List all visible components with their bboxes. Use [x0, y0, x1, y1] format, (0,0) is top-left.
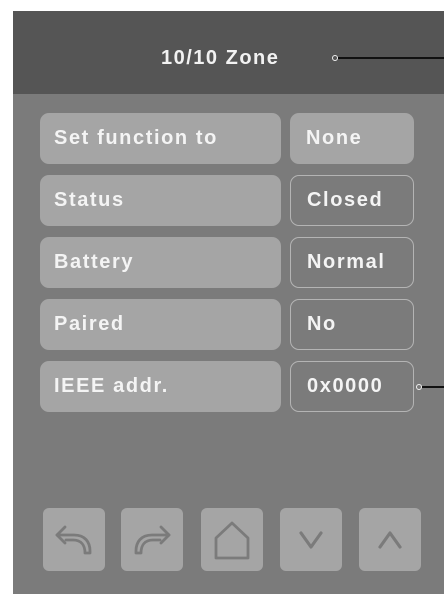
row-value-set-function[interactable]: None: [290, 113, 414, 164]
row-value-status: Closed: [290, 175, 414, 226]
row-label-paired: Paired: [40, 299, 281, 350]
chevron-up-icon: [378, 530, 402, 549]
device-screen: 10/10 Zone Set function to None Status C…: [13, 11, 444, 594]
chevron-down-icon: [299, 530, 323, 549]
header-bar: 10/10 Zone: [13, 11, 444, 94]
redo-icon: [134, 525, 171, 554]
ieee-callout-line: [422, 386, 444, 388]
row-label-set-function: Set function to: [40, 113, 281, 164]
page-title: 10/10 Zone: [161, 47, 280, 69]
home-button[interactable]: [201, 508, 263, 571]
undo-icon: [55, 525, 92, 554]
undo-button[interactable]: [43, 508, 105, 571]
up-button[interactable]: [359, 508, 421, 571]
row-value-paired: No: [290, 299, 414, 350]
row-label-battery: Battery: [40, 237, 281, 288]
row-value-battery: Normal: [290, 237, 414, 288]
down-button[interactable]: [280, 508, 342, 571]
home-icon: [214, 521, 250, 559]
title-callout-line: [338, 57, 444, 59]
row-label-ieee-addr: IEEE addr.: [40, 361, 281, 412]
row-value-ieee-addr: 0x0000: [290, 361, 414, 412]
row-label-status: Status: [40, 175, 281, 226]
redo-button[interactable]: [121, 508, 183, 571]
